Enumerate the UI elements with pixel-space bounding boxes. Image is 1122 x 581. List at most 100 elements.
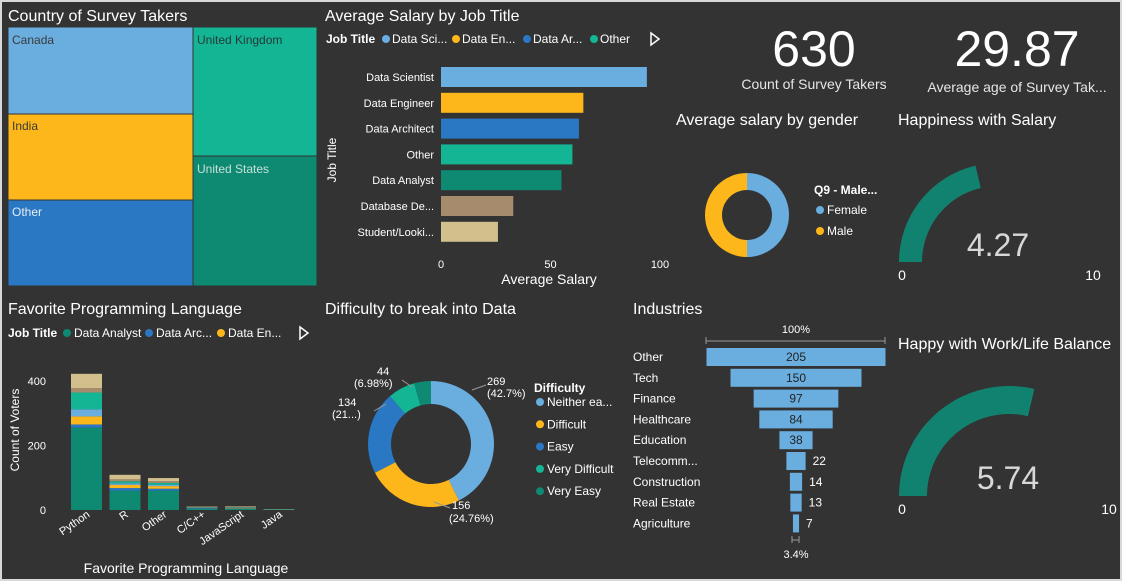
programming-bar-segment[interactable] — [148, 478, 179, 482]
industries-category-label: Healthcare — [633, 412, 691, 426]
programming-bar-segment[interactable] — [148, 484, 179, 487]
salary-legend-next-icon[interactable] — [650, 31, 661, 47]
programming-bar-segment[interactable] — [186, 508, 218, 509]
programming-bar-segment[interactable] — [71, 416, 102, 425]
gender-slice[interactable] — [747, 173, 789, 257]
programming-legend-swatch — [145, 329, 153, 337]
programming-category-label: R — [117, 509, 130, 523]
salary-legend-item: Data En... — [462, 32, 515, 46]
industries-funnel-bar[interactable] — [792, 514, 800, 533]
salary-bars: Data Scientist Data Engineer Data Architec… — [358, 67, 669, 271]
difficulty-legend-title: Difficulty — [534, 381, 586, 395]
programming-bar-segment[interactable] — [71, 424, 102, 428]
difficulty-donut[interactable] — [368, 381, 495, 507]
industries-bottom-label: 3.4% — [783, 549, 808, 561]
programming-bar-segment[interactable] — [148, 486, 179, 489]
programming-legend-item: Data En... — [228, 326, 281, 340]
industries-funnel-bar[interactable] — [789, 472, 803, 491]
industries-funnel: Other 205 Tech 150 Finance 97 Healthcare 84 Educ… — [633, 348, 886, 533]
happiness-salary-value: 4.27 — [967, 227, 1029, 263]
dashboard: Country of Survey Takers Canada India Ot… — [0, 0, 1122, 581]
salary-category-label: Data Analyst — [372, 175, 434, 187]
industries-category-label: Other — [633, 350, 663, 364]
programming-legend-next-icon[interactable] — [299, 325, 310, 341]
industries-funnel-bar[interactable] — [790, 493, 802, 512]
industries-funnel-bar[interactable] — [786, 452, 806, 470]
programming-bar-segment[interactable] — [148, 482, 179, 485]
industries-value-label: 150 — [786, 371, 806, 385]
salary-legend-title: Job Title — [326, 32, 375, 46]
country-treemap[interactable]: Country of Survey Takers Canada India Ot… — [7, 8, 318, 287]
kpi-count-card: 630 Count of Survey Takers — [741, 21, 886, 92]
programming-bar-segment[interactable] — [109, 474, 141, 480]
programming-bar-segment[interactable] — [109, 484, 141, 489]
programming-bar-segment[interactable] — [109, 490, 141, 510]
gender-chart: Average salary by gender Q9 - Male... Fe… — [676, 112, 877, 257]
salary-legend-swatch — [523, 35, 531, 43]
kpi-age-label: Average age of Survey Tak... — [927, 79, 1106, 95]
industries-top-label: 100% — [782, 324, 810, 336]
salary-bar[interactable] — [441, 196, 514, 216]
difficulty-label-value: 269 — [487, 376, 505, 388]
programming-bar-segment[interactable] — [71, 373, 102, 389]
programming-bar-segment[interactable] — [109, 479, 141, 482]
programming-y-axis-label: Count of Voters — [8, 389, 22, 472]
salary-category-label: Database De... — [361, 201, 434, 213]
difficulty-slice[interactable] — [374, 462, 459, 507]
salary-legend-swatch — [452, 35, 460, 43]
salary-bar[interactable] — [441, 170, 562, 191]
programming-bar-segment[interactable] — [109, 483, 141, 485]
salary-category-label: Data Engineer — [364, 98, 435, 110]
programming-bar-segment[interactable] — [109, 481, 141, 484]
difficulty-legend-item: Very Easy — [547, 484, 601, 498]
programming-bar-segment[interactable] — [148, 481, 179, 483]
salary-chart: Average Salary by Job Title Job Title Da… — [325, 8, 669, 287]
salary-tick-label: 50 — [544, 259, 556, 271]
salary-bar[interactable] — [441, 118, 579, 139]
programming-bar-segment[interactable] — [148, 488, 179, 491]
salary-bar[interactable] — [441, 144, 573, 165]
programming-category-label: Other — [140, 508, 170, 534]
industries-value-label: 14 — [809, 475, 823, 489]
programming-tick-label: 200 — [28, 440, 46, 452]
programming-chart: Favorite Programming Language Job Title … — [8, 301, 310, 576]
programming-bar-segment[interactable] — [71, 388, 102, 393]
difficulty-slice[interactable] — [368, 396, 405, 473]
programming-bar-segment[interactable] — [71, 392, 102, 410]
salary-y-axis-label: Job Title — [325, 137, 339, 182]
gender-legend[interactable]: Female Male — [816, 203, 867, 238]
industries-value-label: 38 — [789, 433, 803, 447]
salary-bar[interactable] — [441, 67, 647, 87]
programming-bar-segment[interactable] — [225, 508, 256, 510]
programming-bar-segment[interactable] — [148, 490, 179, 510]
industries-category-label: Telecomm... — [633, 454, 698, 468]
salary-tick-label: 100 — [651, 259, 669, 271]
programming-legend[interactable]: Data Analyst Data Arc... Data En... — [63, 326, 281, 340]
kpi-count-label: Count of Survey Takers — [741, 76, 886, 92]
worklife-min: 0 — [898, 501, 906, 517]
gender-legend-title: Q9 - Male... — [814, 183, 877, 197]
programming-bar-segment[interactable] — [186, 508, 218, 510]
programming-bar-segment[interactable] — [71, 409, 102, 417]
treemap-label-united-states: United States — [197, 162, 269, 176]
industries-category-label: Construction — [633, 475, 700, 489]
difficulty-label-value: 44 — [377, 366, 389, 378]
programming-bar-segment[interactable] — [109, 488, 141, 491]
programming-bar-segment[interactable] — [263, 509, 295, 510]
gender-slice[interactable] — [705, 173, 747, 257]
industries-value-label: 205 — [786, 350, 806, 364]
difficulty-slice[interactable] — [431, 381, 495, 501]
salary-bar[interactable] — [441, 92, 584, 113]
salary-bar[interactable] — [441, 221, 498, 242]
difficulty-legend[interactable]: Neither ea... Difficult Easy Very Difficult… — [536, 395, 614, 498]
treemap-label-united-kingdom: United Kingdom — [197, 33, 282, 47]
gender-donut[interactable] — [705, 173, 789, 257]
salary-legend[interactable]: Data Sci... Data En... Data Ar... Other — [382, 32, 630, 46]
programming-bar-segment[interactable] — [71, 427, 102, 510]
gender-chart-title: Average salary by gender — [676, 112, 859, 129]
salary-legend-swatch — [590, 35, 598, 43]
programming-bar-segment[interactable] — [225, 506, 256, 508]
difficulty-legend-swatch — [536, 464, 544, 473]
industries-value-label: 13 — [809, 496, 823, 510]
industries-category-label: Education — [633, 433, 686, 447]
